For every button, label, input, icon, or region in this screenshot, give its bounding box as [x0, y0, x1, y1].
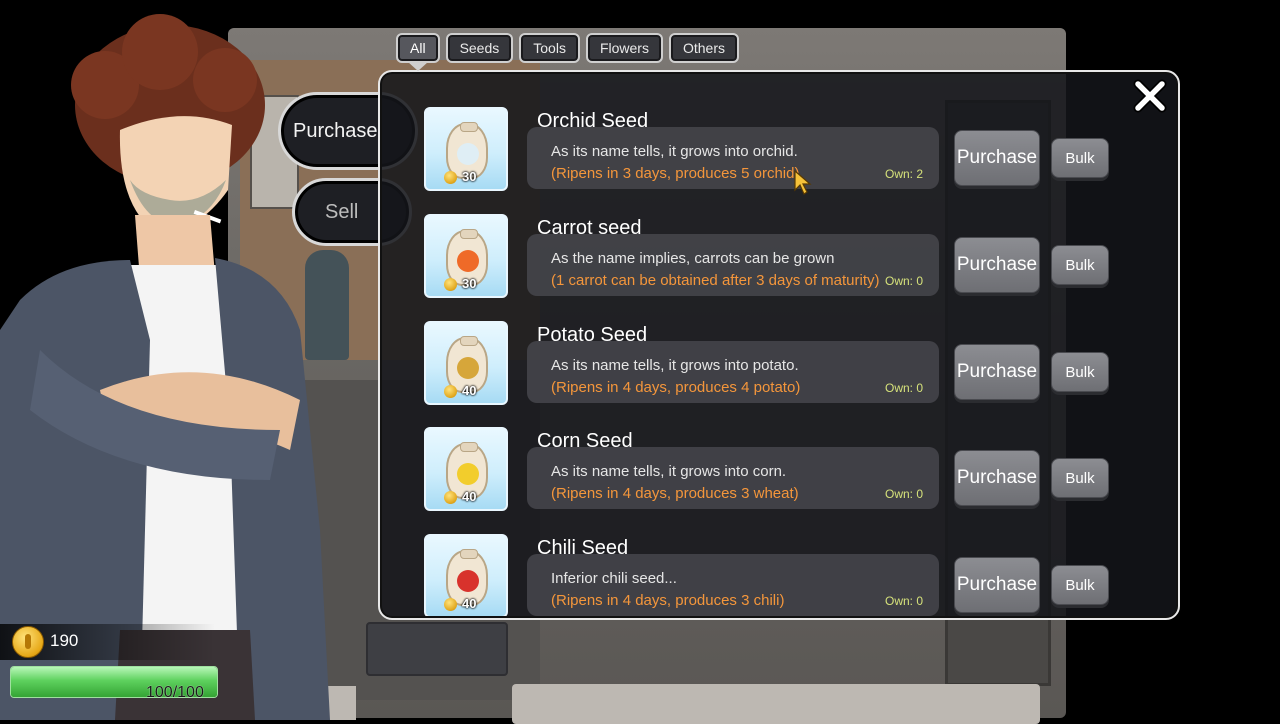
close-icon[interactable]	[1132, 78, 1168, 114]
seed-glyph	[457, 463, 479, 485]
coin-icon	[444, 278, 457, 291]
item-price: 30	[462, 169, 477, 184]
tab-seeds[interactable]: Seeds	[445, 33, 514, 63]
seed-glyph	[457, 570, 479, 592]
purchase-button[interactable]: Purchase	[954, 450, 1040, 506]
item-name: Corn Seed	[537, 430, 633, 452]
item-description-box: Inferior chili seed... (Ripens in 4 days…	[527, 554, 939, 616]
tab-tools[interactable]: Tools	[519, 33, 580, 63]
item-icon-frame: 30	[424, 107, 508, 191]
purchase-label: Purchase	[956, 147, 1038, 168]
shop-item-row: 40 As its name tells, it grows into corn…	[424, 427, 1114, 517]
item-name: Potato Seed	[537, 324, 648, 346]
bulk-button[interactable]: Bulk	[1051, 565, 1109, 605]
bulk-label: Bulk	[1065, 576, 1095, 594]
item-price: 40	[462, 489, 477, 504]
tab-label: Flowers	[599, 40, 649, 56]
purchase-button[interactable]: Purchase	[954, 344, 1040, 400]
tab-flowers[interactable]: Flowers	[585, 33, 663, 63]
item-price: 40	[462, 383, 477, 398]
item-icon-frame: 40	[424, 427, 508, 511]
shop-item-row: 40 Inferior chili seed... (Ripens in 4 d…	[424, 534, 1114, 616]
bulk-button[interactable]: Bulk	[1051, 352, 1109, 392]
item-yield: (Ripens in 4 days, produces 4 potato)	[551, 379, 801, 396]
item-name: Orchid Seed	[537, 110, 649, 132]
item-yield: (Ripens in 4 days, produces 3 wheat)	[551, 485, 799, 502]
tab-all[interactable]: All	[396, 33, 440, 71]
bulk-label: Bulk	[1065, 363, 1095, 381]
item-description: As its name tells, it grows into potato.	[551, 357, 799, 374]
coin-icon	[12, 626, 44, 658]
item-name: Carrot seed	[537, 217, 642, 239]
item-owned-count: Own: 0	[884, 381, 923, 395]
category-tabs: All Seeds Tools Flowers Others	[396, 33, 739, 71]
coin-icon	[444, 598, 457, 611]
bulk-label: Bulk	[1065, 256, 1095, 274]
item-description: As its name tells, it grows into corn.	[551, 463, 787, 480]
item-price: 40	[462, 596, 477, 611]
item-description: Inferior chili seed...	[551, 570, 677, 587]
purchase-label: Purchase	[956, 254, 1038, 275]
seed-glyph	[457, 357, 479, 379]
shop-item-row: 30 As its name tells, it grows into orch…	[424, 107, 1114, 197]
coin-icon	[444, 491, 457, 504]
purchase-label: Purchase	[956, 574, 1038, 595]
bulk-button[interactable]: Bulk	[1051, 245, 1109, 285]
counter-base	[512, 684, 1040, 724]
side-sell-label: Sell	[325, 200, 359, 223]
item-owned-count: Own: 0	[884, 274, 923, 288]
counter-block	[366, 622, 508, 676]
item-description: As its name tells, it grows into orchid.	[551, 143, 798, 160]
tab-others[interactable]: Others	[668, 33, 739, 63]
stamina-text: 100/100	[146, 684, 204, 701]
coin-icon	[444, 171, 457, 184]
item-description-box: As its name tells, it grows into corn. (…	[527, 447, 939, 509]
item-owned-count: Own: 0	[884, 594, 923, 608]
item-yield: (Ripens in 3 days, produces 5 orchid)	[551, 165, 800, 182]
tab-label: Tools	[533, 40, 566, 56]
item-owned-count: Own: 0	[884, 487, 923, 501]
tab-label: Others	[682, 40, 725, 56]
bulk-label: Bulk	[1065, 469, 1095, 487]
item-description-box: As the name implies, carrots can be grow…	[527, 234, 939, 296]
item-icon-frame: 30	[424, 214, 508, 298]
item-icon-frame: 40	[424, 321, 508, 405]
shop-item-row: 40 As its name tells, it grows into pota…	[424, 321, 1114, 411]
item-name: Chili Seed	[537, 537, 629, 559]
tab-label: Seeds	[459, 40, 500, 56]
bulk-button[interactable]: Bulk	[1051, 458, 1109, 498]
item-icon-frame: 40	[424, 534, 508, 616]
item-description-box: As its name tells, it grows into orchid.…	[527, 127, 939, 189]
purchase-button[interactable]: Purchase	[954, 557, 1040, 613]
purchase-label: Purchase	[956, 361, 1038, 382]
tab-label: All	[410, 40, 426, 56]
seed-glyph	[457, 250, 479, 272]
purchase-button[interactable]: Purchase	[954, 130, 1040, 186]
coin-icon	[444, 385, 457, 398]
item-description-box: As its name tells, it grows into potato.…	[527, 341, 939, 403]
purchase-label: Purchase	[956, 467, 1038, 488]
item-description: As the name implies, carrots can be grow…	[551, 250, 835, 267]
bulk-button[interactable]: Bulk	[1051, 138, 1109, 178]
item-price: 30	[462, 276, 477, 291]
item-yield: (Ripens in 4 days, produces 3 chili)	[551, 592, 785, 609]
side-purchase-label: Purchase	[293, 119, 378, 142]
purchase-button[interactable]: Purchase	[954, 237, 1040, 293]
mouse-cursor-icon	[794, 170, 812, 195]
money-amount: 190	[50, 631, 79, 650]
bulk-label: Bulk	[1065, 149, 1095, 167]
seed-glyph	[457, 143, 479, 165]
item-yield: (1 carrot can be obtained after 3 days o…	[551, 272, 880, 289]
shop-item-row: 30 As the name implies, carrots can be g…	[424, 214, 1114, 304]
item-owned-count: Own: 2	[884, 167, 923, 181]
